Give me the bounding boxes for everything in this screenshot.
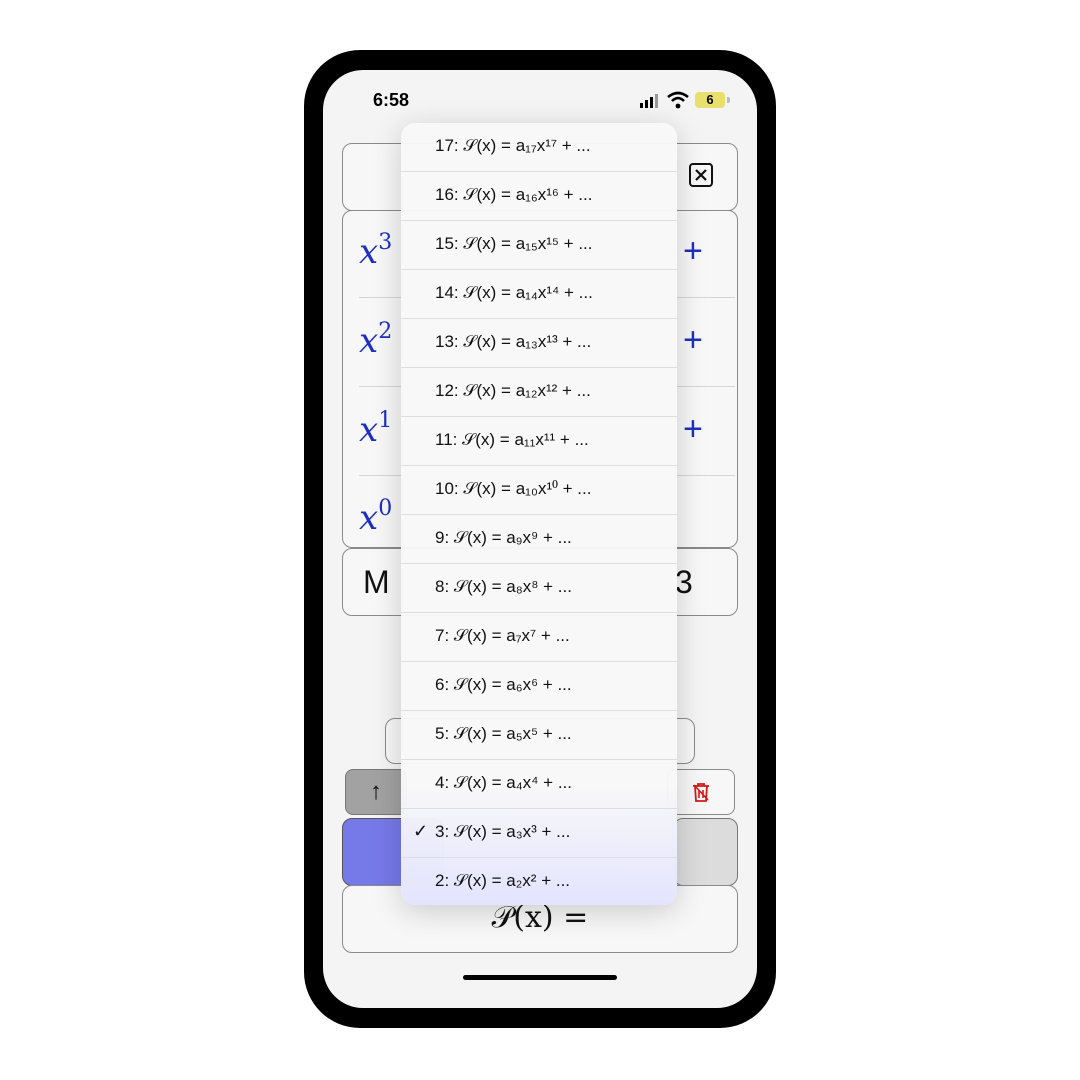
menu-item-label: 17: 𝒮(x) = a₁₇x¹⁷ + ... bbox=[435, 136, 591, 155]
degree-dropdown-menu: 17: 𝒮(x) = a₁₇x¹⁷ + ... 16: 𝒮(x) = a₁₆x¹⁶… bbox=[401, 123, 677, 905]
menu-item[interactable]: 11: 𝒮(x) = a₁₁x¹¹ + ... bbox=[401, 417, 677, 466]
menu-item[interactable]: 15: 𝒮(x) = a₁₅x¹⁵ + ... bbox=[401, 221, 677, 270]
menu-item-label: 4: 𝒮(x) = a₄x⁴ + ... bbox=[435, 773, 572, 792]
menu-item-label: 12: 𝒮(x) = a₁₂x¹² + ... bbox=[435, 381, 591, 400]
checkmark-icon: ✓ bbox=[413, 821, 429, 841]
close-button[interactable] bbox=[689, 163, 713, 187]
menu-item[interactable]: 17: 𝒮(x) = a₁₇x¹⁷ + ... bbox=[401, 123, 677, 172]
menu-item-label: 5: 𝒮(x) = a₅x⁵ + ... bbox=[435, 724, 572, 743]
menu-item[interactable]: 13: 𝒮(x) = a₁₃x¹³ + ... bbox=[401, 319, 677, 368]
trash-icon bbox=[693, 783, 709, 802]
home-indicator[interactable] bbox=[463, 975, 617, 980]
term-x0: x0 bbox=[359, 496, 393, 538]
menu-item-label: 11: 𝒮(x) = a₁₁x¹¹ + ... bbox=[435, 430, 589, 449]
menu-item[interactable]: 9: 𝒮(x) = a₉x⁹ + ... bbox=[401, 515, 677, 564]
menu-item[interactable]: 5: 𝒮(x) = a₅x⁵ + ... bbox=[401, 711, 677, 760]
add-term-button-3[interactable]: + bbox=[683, 232, 703, 271]
menu-item-label: 3: 𝒮(x) = a₃x³ + ... bbox=[435, 822, 571, 841]
menu-item-label: 16: 𝒮(x) = a₁₆x¹⁶ + ... bbox=[435, 185, 593, 204]
menu-item[interactable]: 14: 𝒮(x) = a₁₄x¹⁴ + ... bbox=[401, 270, 677, 319]
menu-item[interactable]: 10: 𝒮(x) = a₁₀x¹⁰ + ... bbox=[401, 466, 677, 515]
menu-item-label: 6: 𝒮(x) = a₆x⁶ + ... bbox=[435, 675, 572, 694]
polynomial-label: 𝒫(x) = bbox=[491, 900, 589, 935]
menu-item[interactable]: 7: 𝒮(x) = a₇x⁷ + ... bbox=[401, 613, 677, 662]
up-arrow-button[interactable]: ↑ bbox=[345, 769, 407, 815]
menu-item-label: 14: 𝒮(x) = a₁₄x¹⁴ + ... bbox=[435, 283, 593, 302]
screen: 6:58 6 x3 + x2 + x1 + x0 M 3 ↑ 𝒫(x) = 17… bbox=[323, 70, 757, 1008]
battery-nub bbox=[727, 97, 730, 103]
menu-item-label: 9: 𝒮(x) = a₉x⁹ + ... bbox=[435, 528, 572, 547]
menu-item-label: 15: 𝒮(x) = a₁₅x¹⁵ + ... bbox=[435, 234, 593, 253]
battery-icon: 6 bbox=[695, 92, 725, 108]
menu-item-label: 13: 𝒮(x) = a₁₃x¹³ + ... bbox=[435, 332, 592, 351]
degree-value: 3 bbox=[675, 564, 693, 600]
phone-frame: 6:58 6 x3 + x2 + x1 + x0 M 3 ↑ 𝒫(x) = 17… bbox=[304, 50, 776, 1028]
term-x1: x1 bbox=[359, 408, 393, 450]
add-term-button-2[interactable]: + bbox=[683, 321, 703, 360]
menu-item-label: 7: 𝒮(x) = a₇x⁷ + ... bbox=[435, 626, 570, 645]
close-icon bbox=[695, 169, 707, 181]
status-time: 6:58 bbox=[373, 90, 410, 110]
status-bar: 6:58 6 bbox=[323, 90, 757, 114]
menu-item-label: 8: 𝒮(x) = a₈x⁸ + ... bbox=[435, 577, 572, 596]
term-x2: x2 bbox=[359, 319, 393, 361]
add-term-button-1[interactable]: + bbox=[683, 410, 703, 449]
menu-item[interactable]: 2: 𝒮(x) = a₂x² + ... bbox=[401, 858, 677, 905]
menu-item-label: 2: 𝒮(x) = a₂x² + ... bbox=[435, 871, 571, 890]
grey-action-button[interactable] bbox=[673, 818, 738, 886]
cellular-signal-icon bbox=[640, 94, 658, 108]
menu-item[interactable]: 16: 𝒮(x) = a₁₆x¹⁶ + ... bbox=[401, 172, 677, 221]
menu-item[interactable]: 4: 𝒮(x) = a₄x⁴ + ... bbox=[401, 760, 677, 809]
term-x3: x3 bbox=[359, 230, 393, 272]
menu-item[interactable]: ✓ 3: 𝒮(x) = a₃x³ + ... bbox=[401, 809, 677, 858]
degree-label: M bbox=[363, 564, 390, 600]
menu-item[interactable]: 12: 𝒮(x) = a₁₂x¹² + ... bbox=[401, 368, 677, 417]
menu-item[interactable]: 6: 𝒮(x) = a₆x⁶ + ... bbox=[401, 662, 677, 711]
menu-item-label: 10: 𝒮(x) = a₁₀x¹⁰ + ... bbox=[435, 479, 592, 498]
delete-button[interactable] bbox=[667, 769, 735, 815]
wifi-icon bbox=[667, 91, 689, 109]
menu-item[interactable]: 8: 𝒮(x) = a₈x⁸ + ... bbox=[401, 564, 677, 613]
